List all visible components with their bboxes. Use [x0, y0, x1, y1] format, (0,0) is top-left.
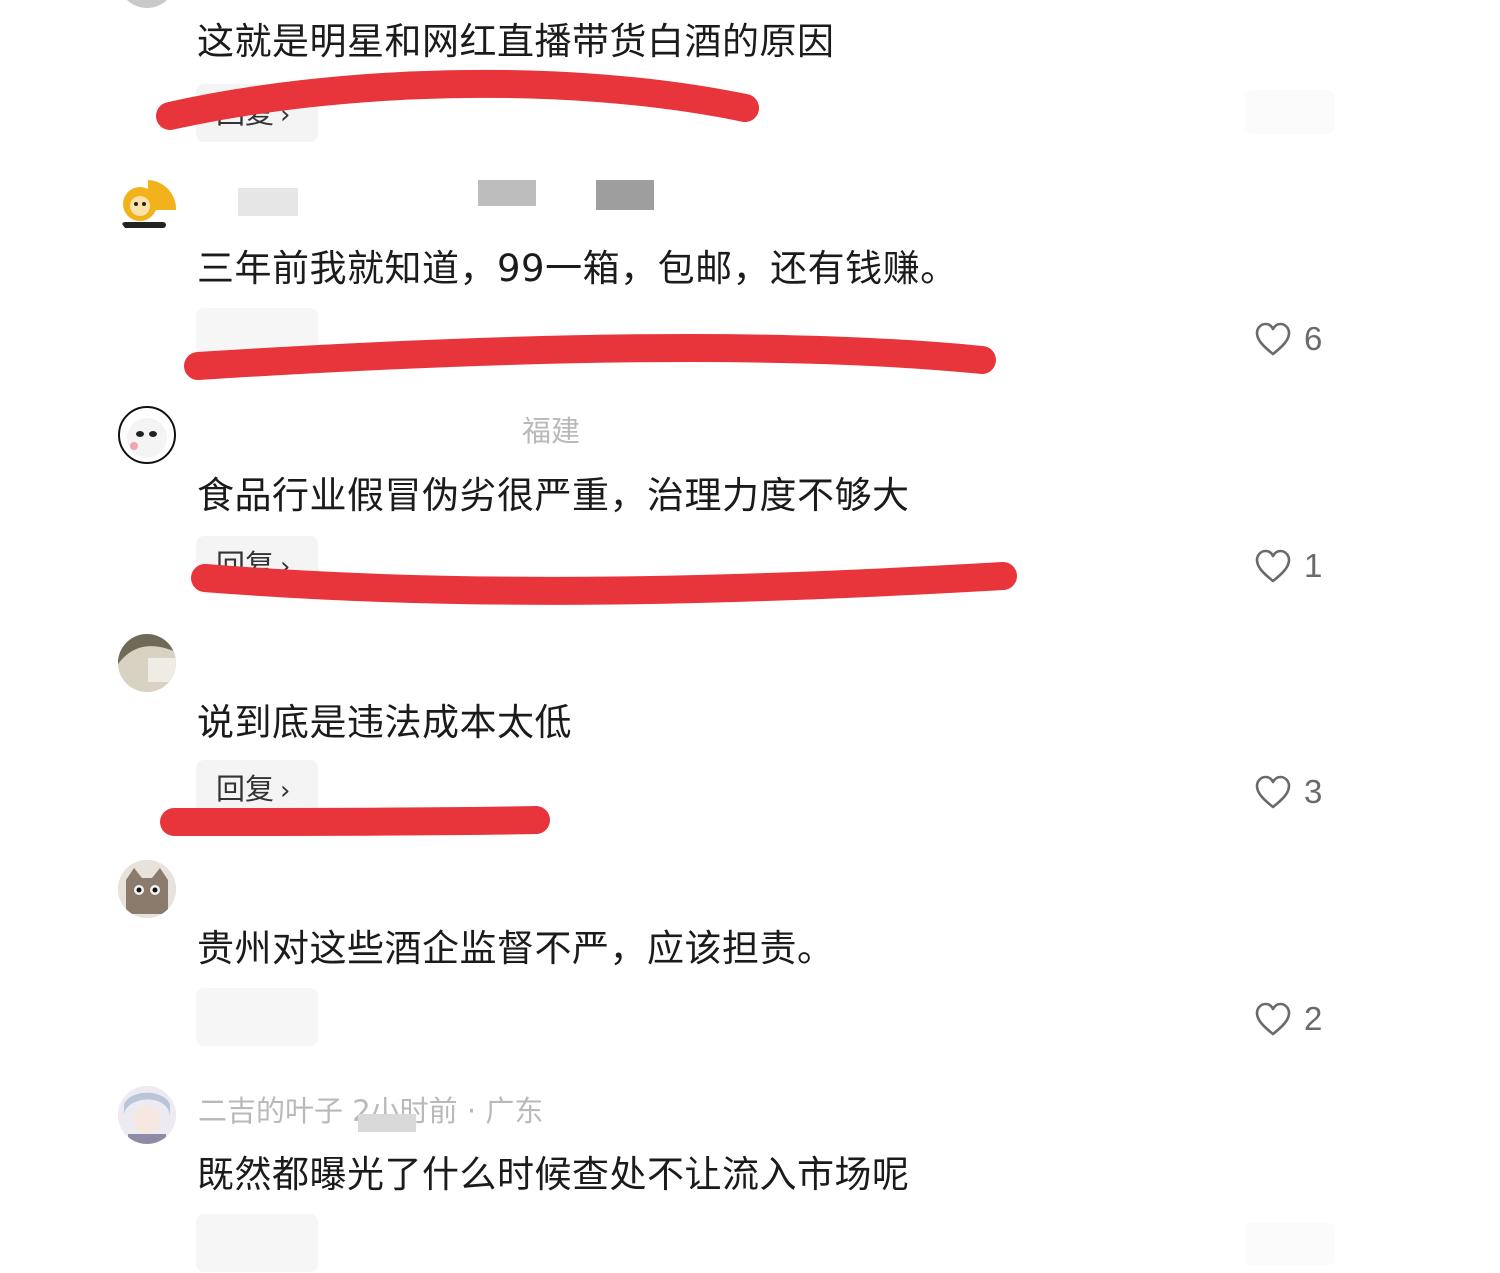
avatar[interactable] [118, 1086, 176, 1144]
comment-list: 这就是明星和网红直播带货白酒的原因 回复 › 三年前我就知道，99一箱，包邮，还有… [0, 0, 1500, 1273]
reply-label: 回复 [216, 96, 275, 130]
avatar[interactable] [118, 406, 176, 464]
lion-avatar-icon [122, 180, 176, 228]
chevron-right-icon: › [280, 552, 291, 582]
comment-item: 这就是明星和网红直播带货白酒的原因 回复 › [0, 0, 1500, 150]
chevron-right-icon: › [280, 776, 291, 806]
panda-avatar-icon [127, 418, 167, 458]
comment-text: 食品行业假冒伪劣很严重，治理力度不够大 [197, 474, 910, 517]
reply-button[interactable]: 回复 › [196, 536, 318, 594]
avatar[interactable] [118, 0, 176, 8]
like-button[interactable] [1245, 1222, 1335, 1266]
reply-label: 回复 [216, 548, 275, 582]
comment-item: 三年前我就知道，99一箱，包邮，还有钱赚。 6 [0, 150, 1500, 380]
reply-button[interactable] [196, 1214, 318, 1272]
avatar[interactable] [118, 860, 176, 918]
anime-avatar-icon [118, 1086, 176, 1144]
comment-text: 贵州对这些酒企监督不严，应该担责。 [197, 927, 835, 970]
comment-location: 福建 [522, 414, 581, 448]
avatar[interactable] [118, 634, 176, 692]
like-count: 6 [1304, 320, 1323, 357]
like-button[interactable]: 3 [1254, 772, 1322, 812]
comment-text: 既然都曝光了什么时候查处不让流入市场呢 [197, 1153, 910, 1196]
blurred-meta [478, 180, 536, 206]
reply-button[interactable] [196, 988, 318, 1046]
comment-text: 说到底是违法成本太低 [197, 701, 572, 744]
reply-button[interactable] [196, 308, 318, 366]
heart-outline-icon [1255, 775, 1291, 809]
like-button[interactable]: 2 [1254, 999, 1322, 1039]
like-button[interactable]: 1 [1254, 546, 1322, 586]
cat-avatar-icon [118, 860, 176, 918]
like-count: 2 [1304, 1000, 1323, 1037]
heart-outline-icon [1255, 322, 1291, 356]
heart-outline-icon [1255, 549, 1291, 583]
blurred-meta [358, 1114, 416, 1132]
like-button[interactable]: 6 [1254, 319, 1322, 359]
comment-item: 福建 食品行业假冒伪劣很严重，治理力度不够大 回复 › 1 [0, 380, 1500, 610]
comment-text: 三年前我就知道，99一箱，包邮，还有钱赚。 [197, 247, 958, 290]
like-count: 3 [1304, 773, 1323, 810]
photo-avatar-icon [118, 634, 176, 692]
comment-item: 二吉的叶子 2小时前 · 广东 既然都曝光了什么时候查处不让流入市场呢 [0, 1070, 1500, 1273]
heart-outline-icon [1255, 1002, 1291, 1036]
like-button[interactable] [1245, 90, 1335, 134]
reply-button[interactable]: 回复 › [196, 84, 318, 142]
blurred-username [238, 188, 298, 216]
comment-item: 贵州对这些酒企监督不严，应该担责。 2 [0, 840, 1500, 1070]
reply-button[interactable]: 回复 › [196, 760, 318, 818]
comment-text: 这就是明星和网红直播带货白酒的原因 [197, 20, 835, 63]
reply-label: 回复 [216, 772, 275, 806]
chevron-right-icon: › [280, 100, 291, 130]
avatar[interactable] [118, 180, 176, 238]
like-count: 1 [1304, 547, 1323, 584]
blurred-meta [596, 180, 654, 210]
comment-item: 说到底是违法成本太低 回复 › 3 [0, 610, 1500, 840]
